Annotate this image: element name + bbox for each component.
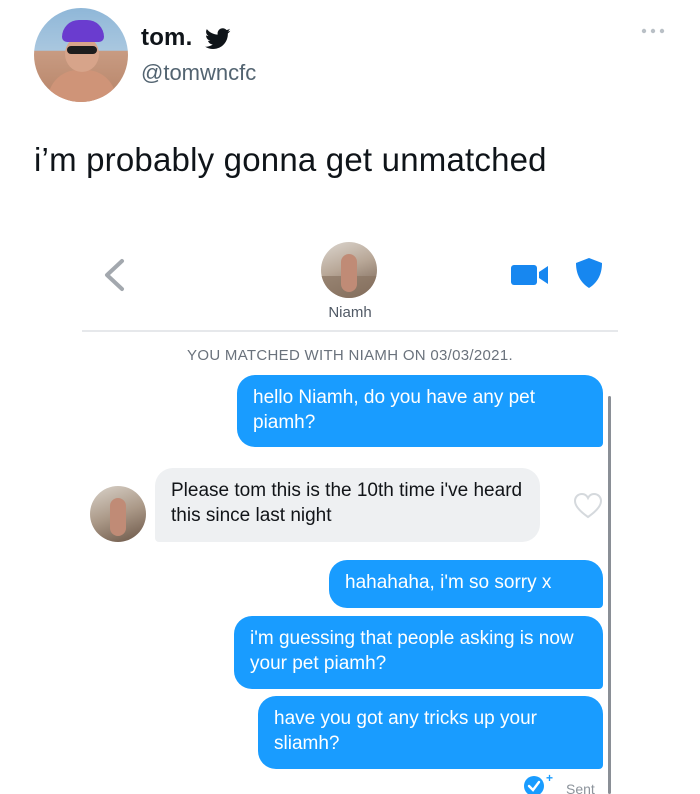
chat-screenshot: Niamh YOU MATCHED WITH NIAMH ON 03/03/20… — [0, 218, 700, 794]
back-chevron-icon[interactable] — [100, 258, 128, 292]
message-bubble-sent[interactable]: i'm guessing that people asking is now y… — [234, 616, 603, 689]
sent-check-icon — [524, 776, 544, 794]
video-call-icon[interactable] — [510, 263, 550, 287]
header-divider — [82, 330, 618, 332]
profile-avatar[interactable] — [34, 8, 128, 102]
sent-status: Sent — [566, 781, 595, 794]
message-bubble-sent[interactable]: hello Niamh, do you have any pet piamh? — [237, 375, 603, 447]
more-icon[interactable] — [640, 26, 666, 36]
sender-avatar[interactable] — [90, 486, 146, 542]
display-name[interactable]: tom. — [141, 24, 192, 52]
match-avatar[interactable] — [321, 242, 377, 298]
match-date-note: YOU MATCHED WITH NIAMH ON 03/03/2021. — [187, 347, 513, 364]
user-handle[interactable]: @tomwncfc — [141, 60, 256, 86]
tweet-text: i’m probably gonna get unmatched — [34, 141, 547, 178]
message-bubble-received[interactable]: Please tom this is the 10th time i've he… — [155, 468, 540, 542]
message-bubble-sent[interactable]: have you got any tricks up your sliamh? — [258, 696, 603, 769]
shield-icon[interactable] — [574, 257, 604, 289]
tweet-header: tom. @tomwncfc — [0, 0, 700, 120]
sent-plus: + — [546, 771, 554, 785]
message-bubble-sent[interactable]: hahahaha, i'm so sorry x — [329, 560, 603, 608]
twitter-bird-icon — [205, 28, 231, 49]
match-name: Niamh — [328, 304, 372, 321]
like-heart-icon[interactable] — [573, 492, 603, 520]
scrollbar[interactable] — [608, 396, 611, 794]
